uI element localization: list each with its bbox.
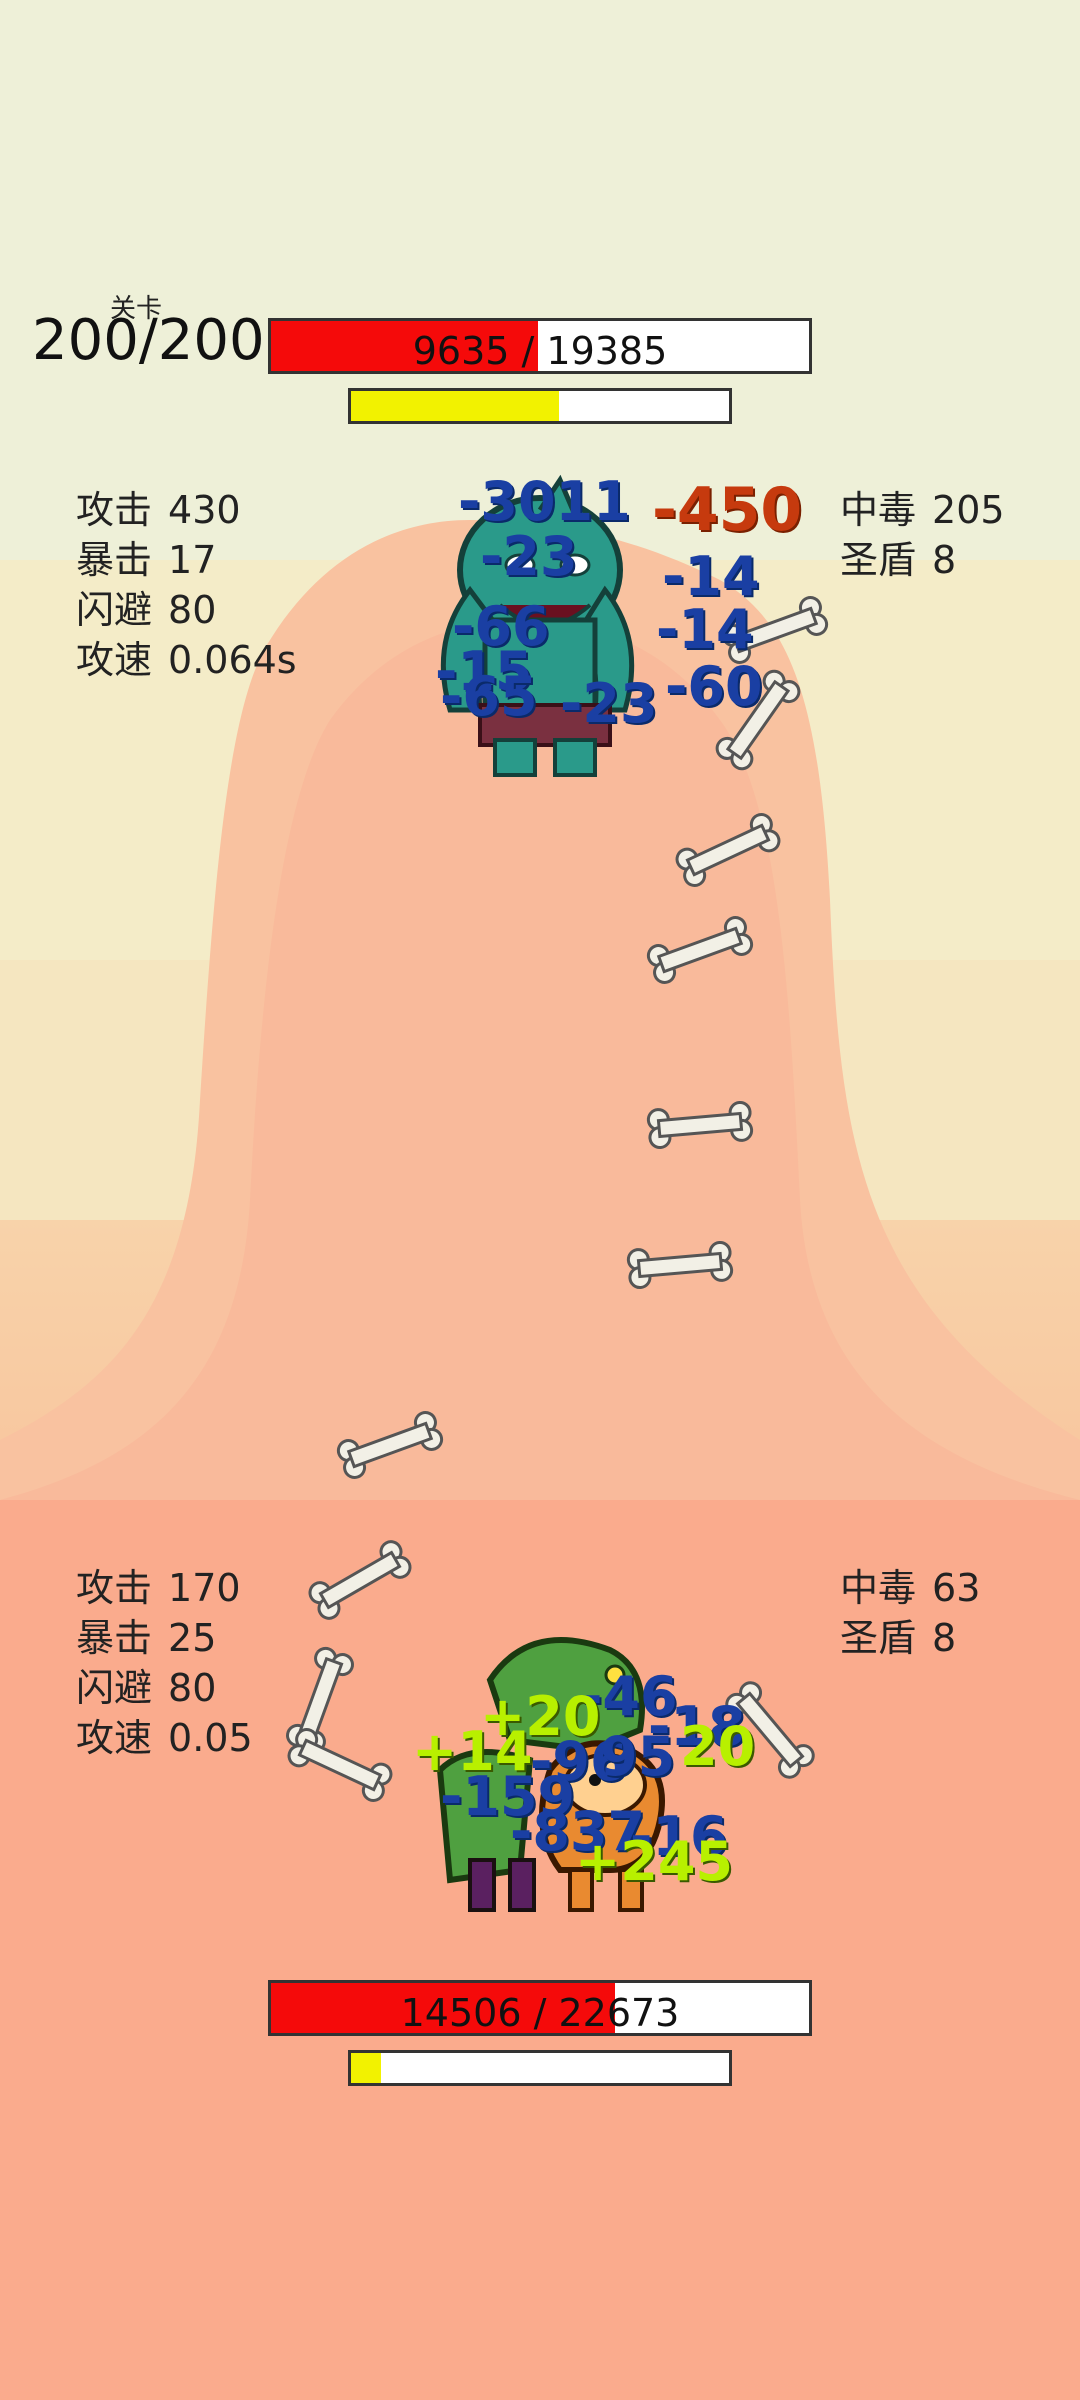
enemy-energy-bar: [348, 388, 732, 424]
damage-number: +245: [575, 1830, 733, 1893]
bone-icon: [626, 1240, 734, 1290]
enemy-stat-poison: 中毒 205: [840, 488, 1005, 532]
bone-icon: [646, 1100, 754, 1150]
enemy-stat-speed: 攻速 0.064s: [76, 638, 297, 682]
damage-number: -3011: [458, 470, 631, 533]
enemy-energy-fill: [351, 391, 559, 421]
enemy-hp-bar: 9635 / 19385: [268, 318, 812, 374]
player-energy-fill: [351, 2053, 382, 2083]
player-stat-crit: 暴击 25: [76, 1616, 217, 1660]
damage-number: -23: [560, 672, 658, 735]
player-stat-poison: 中毒 63: [840, 1566, 981, 1610]
enemy-stats-right: 中毒 205 圣盾 8: [840, 485, 1005, 585]
enemy-stat-dodge: 闪避 80: [76, 588, 217, 632]
player-stat-shield: 圣盾 8: [840, 1616, 957, 1660]
enemy-stat-attack: 攻击 430: [76, 488, 241, 532]
player-stat-attack: 攻击 170: [76, 1566, 241, 1610]
player-hp-bar: 14506 / 22673: [268, 1980, 812, 2036]
damage-number: -60: [665, 655, 763, 718]
enemy-stat-shield: 圣盾 8: [840, 538, 957, 582]
level-counter: 200/200: [32, 308, 265, 373]
player-hp-text: 14506 / 22673: [400, 1991, 680, 2035]
player-stat-dodge: 闪避 80: [76, 1666, 217, 1710]
damage-number: 20: [680, 1715, 756, 1778]
enemy-stats-left: 攻击 430 暴击 17 闪避 80 攻速 0.064s: [76, 485, 297, 685]
player-stats-left: 攻击 170 暴击 25 闪避 80 攻速 0.05: [76, 1563, 253, 1763]
damage-number: -65: [440, 665, 538, 728]
damage-number: 95: [600, 1725, 676, 1788]
player-energy-bar: [348, 2050, 732, 2086]
player-stats-right: 中毒 63 圣盾 8: [840, 1563, 980, 1663]
enemy-hp-text: 9635 / 19385: [412, 329, 668, 373]
damage-number: -14: [656, 598, 754, 661]
player-stat-speed: 攻速 0.05: [76, 1716, 253, 1760]
enemy-stat-crit: 暴击 17: [76, 538, 217, 582]
damage-number: -450: [652, 475, 803, 545]
damage-number: -23: [480, 525, 578, 588]
